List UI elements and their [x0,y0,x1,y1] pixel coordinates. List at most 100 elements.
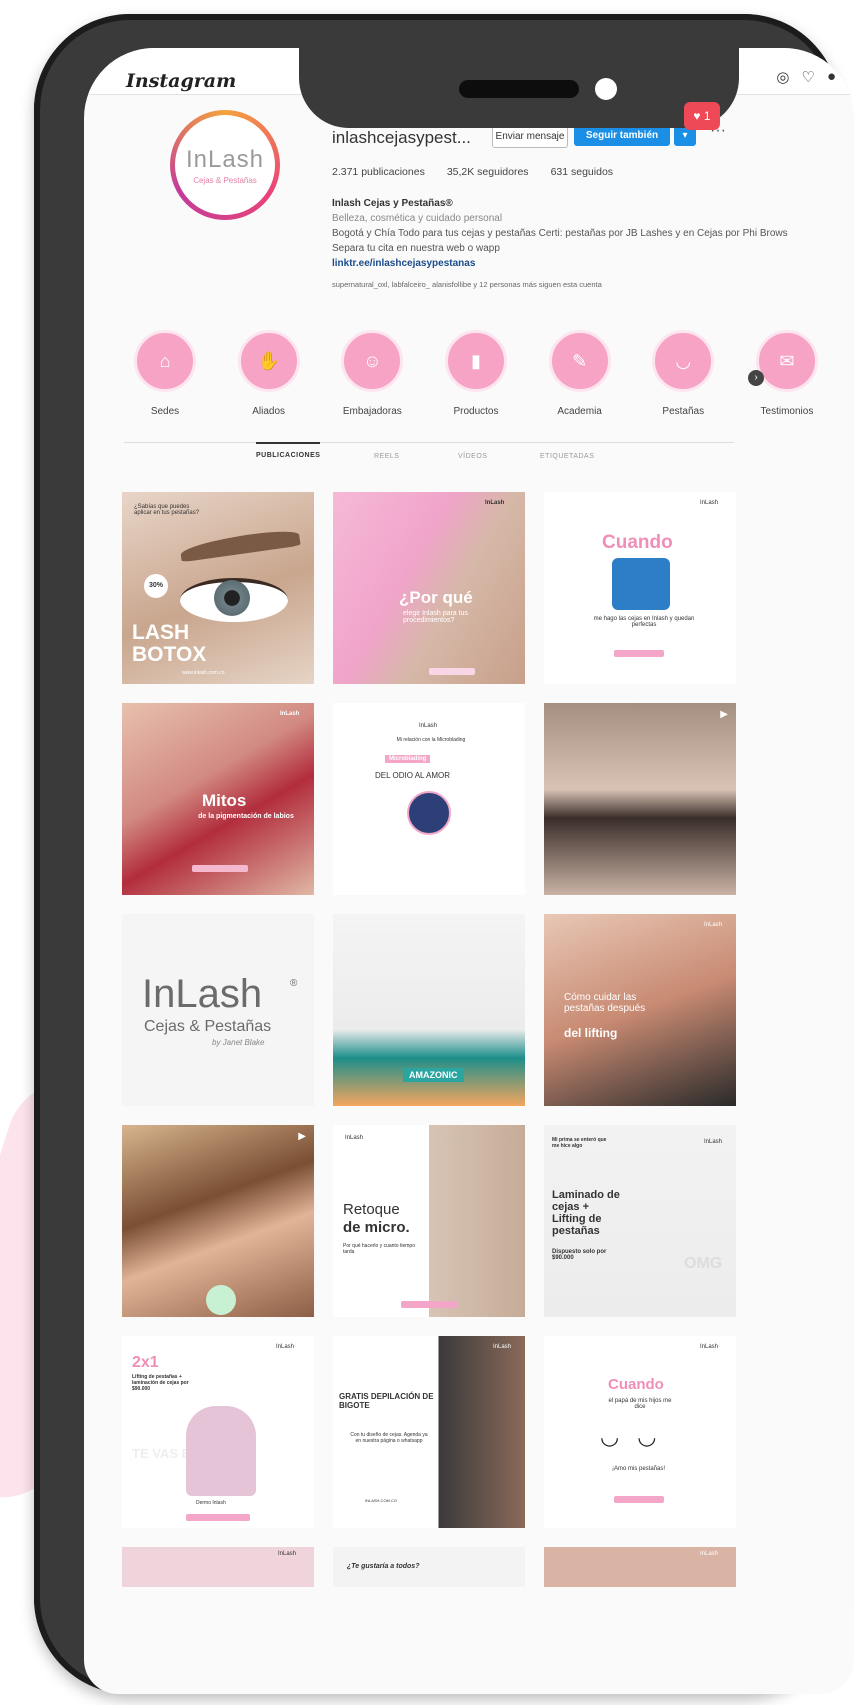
post-amazonic[interactable]: AMAZONIC [333,914,525,1106]
profile-bio: Inlash Cejas y Pestañas® Belleza, cosmét… [332,196,812,292]
post-brand: InLash [704,1139,723,1145]
post-title: Cuando [608,1376,664,1393]
post-row6-2[interactable]: ¿Te gustaría a todos? [333,1547,525,1587]
post-brand: InLash [700,500,719,506]
notification-badge[interactable]: ♥ 1 [684,102,720,130]
phone-frame: Instagram ◎ ♡ ● ♥ 1 InLash Cejas & Pesta… [34,14,854,1694]
post-cuando[interactable]: InLash Cuando me hago las cejas en Inlas… [544,492,736,684]
post-por-que[interactable]: InLash ¿Por qué elegir Inlash para tus p… [333,492,525,684]
post-row6-3[interactable]: InLash [544,1547,736,1587]
bio-category: Belleza, cosmética y cuidado personal [332,213,503,224]
post-laminado[interactable]: Mi prima se enteró que me hice algo InLa… [544,1125,736,1317]
post-site: www.inlash.com.co [182,670,225,676]
post-brand: InLash [345,1135,364,1141]
eyes-icon: ◡◡ [600,1424,675,1449]
front-camera [595,78,617,100]
highlight-label: Academia [557,406,602,417]
post-2x1[interactable]: InLash 2x1 Lifting de pestañas + laminac… [122,1336,314,1528]
post-text: ¿Sabías que puedes aplicar en tus pestañ… [134,504,200,516]
post-photo [612,558,670,610]
tab-videos[interactable]: VÍDEOS [458,453,487,460]
post-subtitle: Por qué hacerlo y cuanto tiempo tarda [343,1243,415,1255]
tab-reels[interactable]: REELS [374,453,399,460]
highlight-sedes[interactable]: ⌂ Sedes [126,330,204,417]
highlight-label: Aliados [252,406,286,417]
post-inlash-logo[interactable]: InLash ® Cejas & Pestañas by Janet Blake [122,914,314,1106]
tab-etiquetadas[interactable]: ETIQUETADAS [540,453,594,460]
post-retoque[interactable]: InLash Retoque de micro. Por qué hacerlo… [333,1125,525,1317]
post-logo-reg: ® [290,978,298,989]
post-image-iris [214,580,250,616]
post-lash-botox[interactable]: ¿Sabías que puedes aplicar en tus pestañ… [122,492,314,684]
avatar[interactable]: InLash Cejas & Pestañas [170,110,280,220]
heart-icon[interactable]: ♡ [801,68,814,86]
phone-notch [299,48,739,128]
post-cta [192,865,248,872]
post-title: ¿Por qué [399,588,473,607]
story-highlights: ⌂ Sedes ✋ Aliados ☺ Embajadoras ▮ Produc… [126,330,826,417]
bio-link[interactable]: linktr.ee/inlashcejasypestanas [332,256,812,271]
product-icon: ▮ [444,330,507,392]
post-row6-1[interactable]: InLash [122,1547,314,1587]
highlight-embajadoras[interactable]: ☺ Embajadoras [333,330,411,417]
avatar-image: InLash Cejas & Pestañas [175,115,275,215]
post-brand: InLash [419,723,438,729]
post-mitos[interactable]: InLash Mitos de la pigmentación de labio… [122,703,314,895]
post-pretext: Mi relación con la Microblading [396,737,466,743]
post-subtitle: de la pigmentación de labios [198,813,294,820]
highlights-next-icon[interactable]: › [748,370,764,386]
post-image-brow [179,527,301,563]
phone-screen: Instagram ◎ ♡ ● ♥ 1 InLash Cejas & Pesta… [84,48,854,1694]
post-title: GRATIS DEPILACIÓN DE BIGOTE [339,1392,434,1410]
profile-icon[interactable]: ● [827,68,836,86]
post-lifting[interactable]: InLash Cómo cuidar las pestañas después … [544,914,736,1106]
compass-icon[interactable]: ◎ [776,68,789,86]
following-count[interactable]: 631 seguidos [551,166,613,178]
highlight-pestanas[interactable]: ◡ Pestañas [644,330,722,417]
post-omg: OMG [684,1255,723,1272]
post-brand: InLash [278,1551,297,1557]
post-title: Mitos [202,791,247,810]
tab-publicaciones[interactable]: PUBLICACIONES [256,442,321,459]
avatar-subtitle: Cejas & Pestañas [193,175,257,185]
post-cta [186,1514,250,1521]
instagram-logo[interactable]: Instagram [126,70,236,92]
chair-icon: ⌂ [134,330,196,392]
post-title-bold: de micro. [343,1219,410,1236]
post-gratis-depilacion[interactable]: InLash GRATIS DEPILACIÓN DE BIGOTE Con t… [333,1336,525,1528]
post-pretext: Mi prima se enteró que me hice algo [552,1137,607,1149]
highlight-aliados[interactable]: ✋ Aliados [230,330,308,417]
top-icons: ◎ ♡ ● [776,68,836,86]
post-photo [186,1406,256,1496]
highlight-productos[interactable]: ▮ Productos [437,330,515,417]
testimony-icon: ✉ [755,330,818,392]
highlight-label: Sedes [150,406,180,417]
post-del-odio-al-amor[interactable]: InLash Mi relación con la Microblading M… [333,703,525,895]
highlight-label: Productos [453,406,499,417]
post-subtitle: me hago las cejas en Inlash y quedan per… [593,616,695,628]
reel-icon: ▶ [720,709,728,720]
post-reel-woman[interactable]: ▶ [122,1125,314,1317]
post-subtitle: Lifting de pestañas + laminación de ceja… [132,1374,189,1392]
post-eyeliner[interactable]: ▶ [544,703,736,895]
post-cuando-papa[interactable]: InLash Cuando el papá de mis hijos me di… [544,1336,736,1528]
highlight-label: Embajadoras [342,406,402,417]
people-icon: ☺ [341,330,404,392]
post-brand: InLash [704,922,723,928]
speaker [459,80,579,98]
highlight-academia[interactable]: ✎ Academia [541,330,619,417]
followers-count[interactable]: 35,2K seguidores [447,166,529,178]
post-title: Cuando [602,532,673,553]
post-title: LASH BOTOX [132,621,207,666]
bio-name: Inlash Cejas y Pestañas® [332,198,453,209]
post-cta [614,650,664,657]
profile-username: inlashcejasypest... [332,128,471,147]
profile-stats: 2.371 publicaciones 35,2K seguidores 631… [332,166,613,178]
post-cta-text: Dermo Inlash [196,1500,226,1506]
post-badge: 30% [144,574,168,598]
post-title: Laminado de cejas + Lifting de pestañas [552,1189,620,1237]
post-sticker [206,1285,236,1315]
reel-icon: ▶ [298,1131,306,1142]
highlight-label: Testimonios [760,406,814,417]
followed-by[interactable]: supernatural_oxl, labfalceiro_ alanisfol… [332,277,812,292]
